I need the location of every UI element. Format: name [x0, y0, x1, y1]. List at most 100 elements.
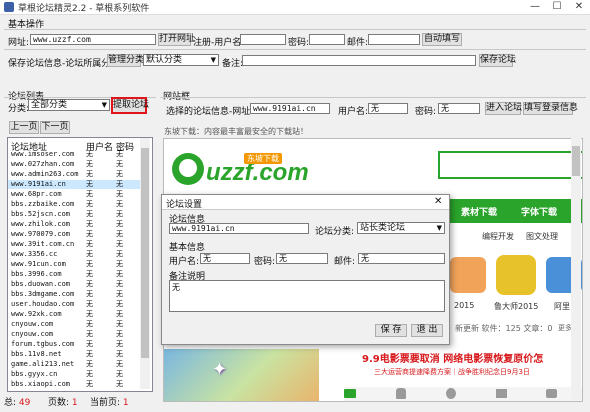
windows-icon[interactable] — [496, 389, 507, 398]
remark-input[interactable] — [242, 55, 476, 66]
cell-url: www.zhilok.com — [11, 220, 71, 228]
table-row[interactable]: bbs.xiaopi.com 无 无 — [8, 380, 142, 389]
manage-category-button[interactable]: 管理分类 — [107, 54, 144, 67]
cell-url: www.9191ai.cn — [11, 180, 66, 188]
dialog-close-icon[interactable]: ✕ — [434, 196, 442, 207]
selected-username-input[interactable]: 无 — [368, 103, 408, 114]
cell-url: www.admin263.com — [11, 170, 79, 178]
desktop-icon[interactable] — [344, 389, 356, 398]
close-icon[interactable]: ✕ — [568, 0, 590, 14]
tab-material[interactable]: 素材下载 — [461, 205, 497, 218]
site-search-input[interactable] — [438, 151, 582, 179]
app-tile[interactable] — [450, 257, 486, 293]
table-row[interactable]: bbs.11v8.net 无 无 — [8, 350, 142, 359]
cell-username: 无 — [86, 250, 93, 258]
dialog-url-input[interactable]: www.9191ai.cn — [169, 223, 309, 234]
table-row[interactable]: bbs.52jscn.com 无 无 — [8, 210, 142, 219]
app-label-2015[interactable]: 2015 — [454, 301, 474, 310]
maximize-icon[interactable]: ☐ — [546, 0, 568, 14]
table-row[interactable]: www.imsoser.com 无 无 — [8, 150, 142, 159]
cell-username: 无 — [86, 300, 93, 308]
table-row[interactable]: www.68pr.com 无 无 — [8, 190, 142, 199]
dialog-exit-button[interactable]: 退 出 — [411, 324, 443, 337]
save-category-value: 默认分类 — [146, 55, 183, 65]
register-username-input[interactable] — [240, 34, 286, 45]
open-url-button[interactable]: 打开网址 — [158, 33, 195, 46]
table-row[interactable]: www.027zhan.com 无 无 — [8, 160, 142, 169]
cell-password: 无 — [116, 320, 123, 328]
browser-scrollbar-thumb[interactable] — [572, 146, 580, 176]
cell-username: 无 — [86, 180, 93, 188]
dialog-email-input[interactable]: 无 — [358, 253, 445, 264]
enter-forum-button[interactable]: 进入论坛 — [485, 102, 522, 115]
cell-password: 无 — [116, 230, 123, 238]
dialog-username-input[interactable]: 无 — [200, 253, 250, 264]
table-row[interactable]: forum.tgbus.com 无 无 — [8, 340, 142, 349]
link-image[interactable]: 图文处理 — [526, 231, 558, 242]
android-icon[interactable] — [396, 388, 406, 399]
table-row[interactable]: www.970079.com 无 无 — [8, 230, 142, 239]
game-banner-image[interactable] — [164, 349, 319, 401]
table-row[interactable]: www.92xk.com 无 无 — [8, 310, 142, 319]
dialog-remark-textarea[interactable]: 无 — [169, 280, 445, 312]
cell-password: 无 — [116, 350, 123, 358]
app-tile-ludashi[interactable] — [496, 255, 536, 295]
cell-username: 无 — [86, 240, 93, 248]
minimize-icon[interactable]: — — [524, 0, 546, 14]
cell-password: 无 — [116, 160, 123, 168]
cell-username: 无 — [86, 310, 93, 318]
table-row[interactable]: bbs.gyyx.cn 无 无 — [8, 370, 142, 379]
forum-settings-dialog: 论坛设置 ✕ 论坛信息 www.9191ai.cn 论坛分类: 站长类论坛 ▼ 基… — [161, 194, 450, 345]
auto-fill-button[interactable]: 自动填写 — [422, 33, 462, 46]
table-row[interactable]: www.zhilok.com 无 无 — [8, 220, 142, 229]
cell-url: www.39it.com.cn — [11, 240, 75, 248]
link-dev[interactable]: 编程开发 — [482, 231, 514, 242]
selected-url-input[interactable]: www.9191ai.cn — [250, 103, 330, 114]
cell-password: 无 — [116, 360, 123, 368]
table-row[interactable]: www.39it.com.cn 无 无 — [8, 240, 142, 249]
game-icon[interactable] — [546, 389, 557, 398]
tab-font[interactable]: 字体下载 — [521, 205, 557, 218]
selected-password-input[interactable]: 无 — [438, 103, 480, 114]
table-row[interactable]: bbs.3996.com 无 无 — [8, 270, 142, 279]
save-forum-button[interactable]: 保存论坛 — [479, 54, 516, 67]
table-row[interactable]: cnyouw.com 无 无 — [8, 320, 142, 329]
dialog-category-select[interactable]: 站长类论坛 ▼ — [357, 222, 445, 234]
register-password-input[interactable] — [309, 34, 345, 45]
url-input[interactable]: www.uzzf.com — [30, 34, 156, 45]
table-row[interactable]: user.houdao.com 无 无 — [8, 300, 142, 309]
ad-subline[interactable]: 三大运营商提速降费方案｜战争胜利纪念日9月3日 — [374, 367, 530, 377]
cell-username: 无 — [86, 210, 93, 218]
table-row[interactable]: www.admin263.com 无 无 — [8, 170, 142, 179]
scrollbar-thumb[interactable] — [141, 148, 149, 358]
save-info-label: 保存论坛信息-论坛所属分类: — [8, 59, 123, 69]
site-frame-title: 网站框 — [163, 92, 191, 102]
table-row[interactable]: bbs.duowan.com 无 无 — [8, 280, 142, 289]
register-email-input[interactable] — [368, 34, 420, 45]
ad-headline[interactable]: 9.9电影票要取消 网络电影票恢复原价怎 — [362, 350, 543, 365]
dialog-save-button[interactable]: 保 存 — [375, 324, 407, 337]
extract-forum-button[interactable]: 提取论坛 — [111, 97, 149, 114]
fill-login-button[interactable]: 填写登录信息 — [523, 102, 578, 115]
table-row[interactable]: game.ali213.net 无 无 — [8, 360, 142, 369]
save-category-select[interactable]: 默认分类 ▼ — [143, 54, 219, 66]
table-row[interactable]: www.9191ai.cn 无 无 — [8, 180, 142, 189]
browser-scrollbar[interactable] — [571, 138, 581, 400]
next-page-button[interactable]: 下一页 — [40, 121, 70, 134]
forum-category-select[interactable]: 全部分类 ▼ — [28, 99, 110, 111]
prev-page-button[interactable]: 上一页 — [9, 121, 39, 134]
table-row[interactable]: bbs.3dmgame.com 无 无 — [8, 290, 142, 299]
table-row[interactable]: www.3356.cc 无 无 — [8, 250, 142, 259]
dialog-title: 论坛设置 — [166, 200, 203, 210]
apple-icon[interactable] — [446, 388, 456, 399]
app-label-right[interactable]: 阿里 — [554, 301, 570, 312]
table-row[interactable]: cnyouw.com 无 无 — [8, 330, 142, 339]
cell-username: 无 — [86, 320, 93, 328]
dialog-password-input[interactable]: 无 — [276, 253, 328, 264]
forum-list[interactable]: 论坛地址 用户名 密码 www.imsoser.com 无无 www.027zhan… — [7, 137, 153, 392]
cell-url: www.970079.com — [11, 230, 71, 238]
selected-username-label: 用户名: — [338, 107, 369, 117]
table-row[interactable]: www.91cun.com 无 无 — [8, 260, 142, 269]
table-row[interactable]: bbs.zzbaike.com 无 无 — [8, 200, 142, 209]
app-label-ludashi[interactable]: 鲁大师2015 — [494, 301, 538, 312]
